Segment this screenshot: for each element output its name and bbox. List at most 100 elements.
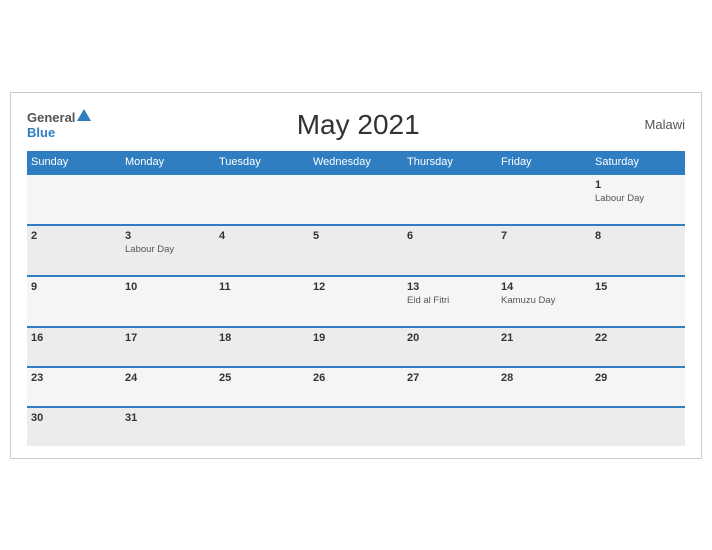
- day-number: 28: [501, 372, 587, 384]
- holiday-label: Labour Day: [125, 244, 211, 255]
- day-cell: 7: [497, 225, 591, 276]
- day-cell: 18: [215, 327, 309, 367]
- holiday-label: Labour Day: [595, 193, 681, 204]
- day-cell: 17: [121, 327, 215, 367]
- day-cell: [309, 407, 403, 446]
- weekday-header: Saturday: [591, 151, 685, 174]
- day-cell: [497, 174, 591, 225]
- day-number: 11: [219, 281, 305, 293]
- weekday-header: Monday: [121, 151, 215, 174]
- day-cell: [403, 407, 497, 446]
- day-cell: [497, 407, 591, 446]
- day-cell: 21: [497, 327, 591, 367]
- logo-blue: Blue: [27, 126, 91, 140]
- weekday-header: Sunday: [27, 151, 121, 174]
- day-number: 20: [407, 332, 493, 344]
- week-row: 23 Labour Day 45678: [27, 225, 685, 276]
- day-cell: [121, 174, 215, 225]
- day-cell: 1 Labour Day: [591, 174, 685, 225]
- week-row: 9 10 11 12 13 Eid al Fitri 14Kamuzu Day 15: [27, 276, 685, 327]
- day-cell: 20: [403, 327, 497, 367]
- calendar-body: 1 Labour Day 23 Labour Day 45678 9 10 11 12 13 Eid…: [27, 174, 685, 446]
- weekday-header: Friday: [497, 151, 591, 174]
- day-cell: 19: [309, 327, 403, 367]
- day-cell: [309, 174, 403, 225]
- calendar-table: SundayMondayTuesdayWednesdayThursdayFrid…: [27, 151, 685, 446]
- day-cell: 15: [591, 276, 685, 327]
- day-cell: 8: [591, 225, 685, 276]
- day-number: 29: [595, 372, 681, 384]
- day-number: 30: [31, 412, 117, 424]
- day-number: 25: [219, 372, 305, 384]
- day-number: 31: [125, 412, 211, 424]
- day-cell: 23: [27, 367, 121, 407]
- day-number: 10: [125, 281, 211, 293]
- day-number: 21: [501, 332, 587, 344]
- day-cell: [591, 407, 685, 446]
- day-number: 18: [219, 332, 305, 344]
- day-cell: 29: [591, 367, 685, 407]
- day-cell: 22: [591, 327, 685, 367]
- day-number: 3: [125, 230, 211, 242]
- day-cell: 26: [309, 367, 403, 407]
- day-cell: [403, 174, 497, 225]
- day-number: 2: [31, 230, 117, 242]
- day-cell: 5: [309, 225, 403, 276]
- day-cell: 31: [121, 407, 215, 446]
- weekday-row: SundayMondayTuesdayWednesdayThursdayFrid…: [27, 151, 685, 174]
- day-cell: 12: [309, 276, 403, 327]
- day-number: 7: [501, 230, 587, 242]
- day-cell: 28: [497, 367, 591, 407]
- day-cell: 16: [27, 327, 121, 367]
- weekday-header: Tuesday: [215, 151, 309, 174]
- day-cell: 6: [403, 225, 497, 276]
- day-cell: 24: [121, 367, 215, 407]
- calendar-title: May 2021: [91, 109, 625, 141]
- week-row: 23 24 25 26 27 28 29: [27, 367, 685, 407]
- day-cell: 9: [27, 276, 121, 327]
- day-number: 27: [407, 372, 493, 384]
- header-row: General Blue May 2021 Malawi: [27, 109, 685, 141]
- holiday-label: Eid al Fitri: [407, 295, 493, 306]
- weekday-header: Wednesday: [309, 151, 403, 174]
- day-cell: 25: [215, 367, 309, 407]
- day-number: 17: [125, 332, 211, 344]
- logo-triangle-icon: [77, 109, 91, 121]
- day-number: 9: [31, 281, 117, 293]
- calendar-container: General Blue May 2021 Malawi SundayMonda…: [10, 92, 702, 459]
- country-label: Malawi: [625, 117, 685, 132]
- day-cell: 10: [121, 276, 215, 327]
- day-number: 23: [31, 372, 117, 384]
- day-number: 6: [407, 230, 493, 242]
- day-cell: [215, 174, 309, 225]
- day-cell: [27, 174, 121, 225]
- week-row: 16 17 18 19 20 21 22: [27, 327, 685, 367]
- week-row: 30 31: [27, 407, 685, 446]
- day-cell: 14Kamuzu Day: [497, 276, 591, 327]
- calendar-header: SundayMondayTuesdayWednesdayThursdayFrid…: [27, 151, 685, 174]
- day-cell: 13 Eid al Fitri: [403, 276, 497, 327]
- day-number: 19: [313, 332, 399, 344]
- holiday-label: Kamuzu Day: [501, 295, 587, 306]
- day-number: 12: [313, 281, 399, 293]
- day-cell: 2: [27, 225, 121, 276]
- weekday-header: Thursday: [403, 151, 497, 174]
- day-cell: 4: [215, 225, 309, 276]
- day-number: 5: [313, 230, 399, 242]
- day-number: 26: [313, 372, 399, 384]
- day-cell: 3 Labour Day: [121, 225, 215, 276]
- day-number: 22: [595, 332, 681, 344]
- day-cell: 27: [403, 367, 497, 407]
- logo: General Blue: [27, 109, 91, 141]
- day-cell: 11: [215, 276, 309, 327]
- day-number: 4: [219, 230, 305, 242]
- day-number: 8: [595, 230, 681, 242]
- logo-general: General: [27, 109, 91, 127]
- day-cell: [215, 407, 309, 446]
- day-number: 15: [595, 281, 681, 293]
- day-number: 13: [407, 281, 493, 293]
- day-cell: 30: [27, 407, 121, 446]
- day-number: 24: [125, 372, 211, 384]
- day-number: 1: [595, 179, 681, 191]
- day-number: 16: [31, 332, 117, 344]
